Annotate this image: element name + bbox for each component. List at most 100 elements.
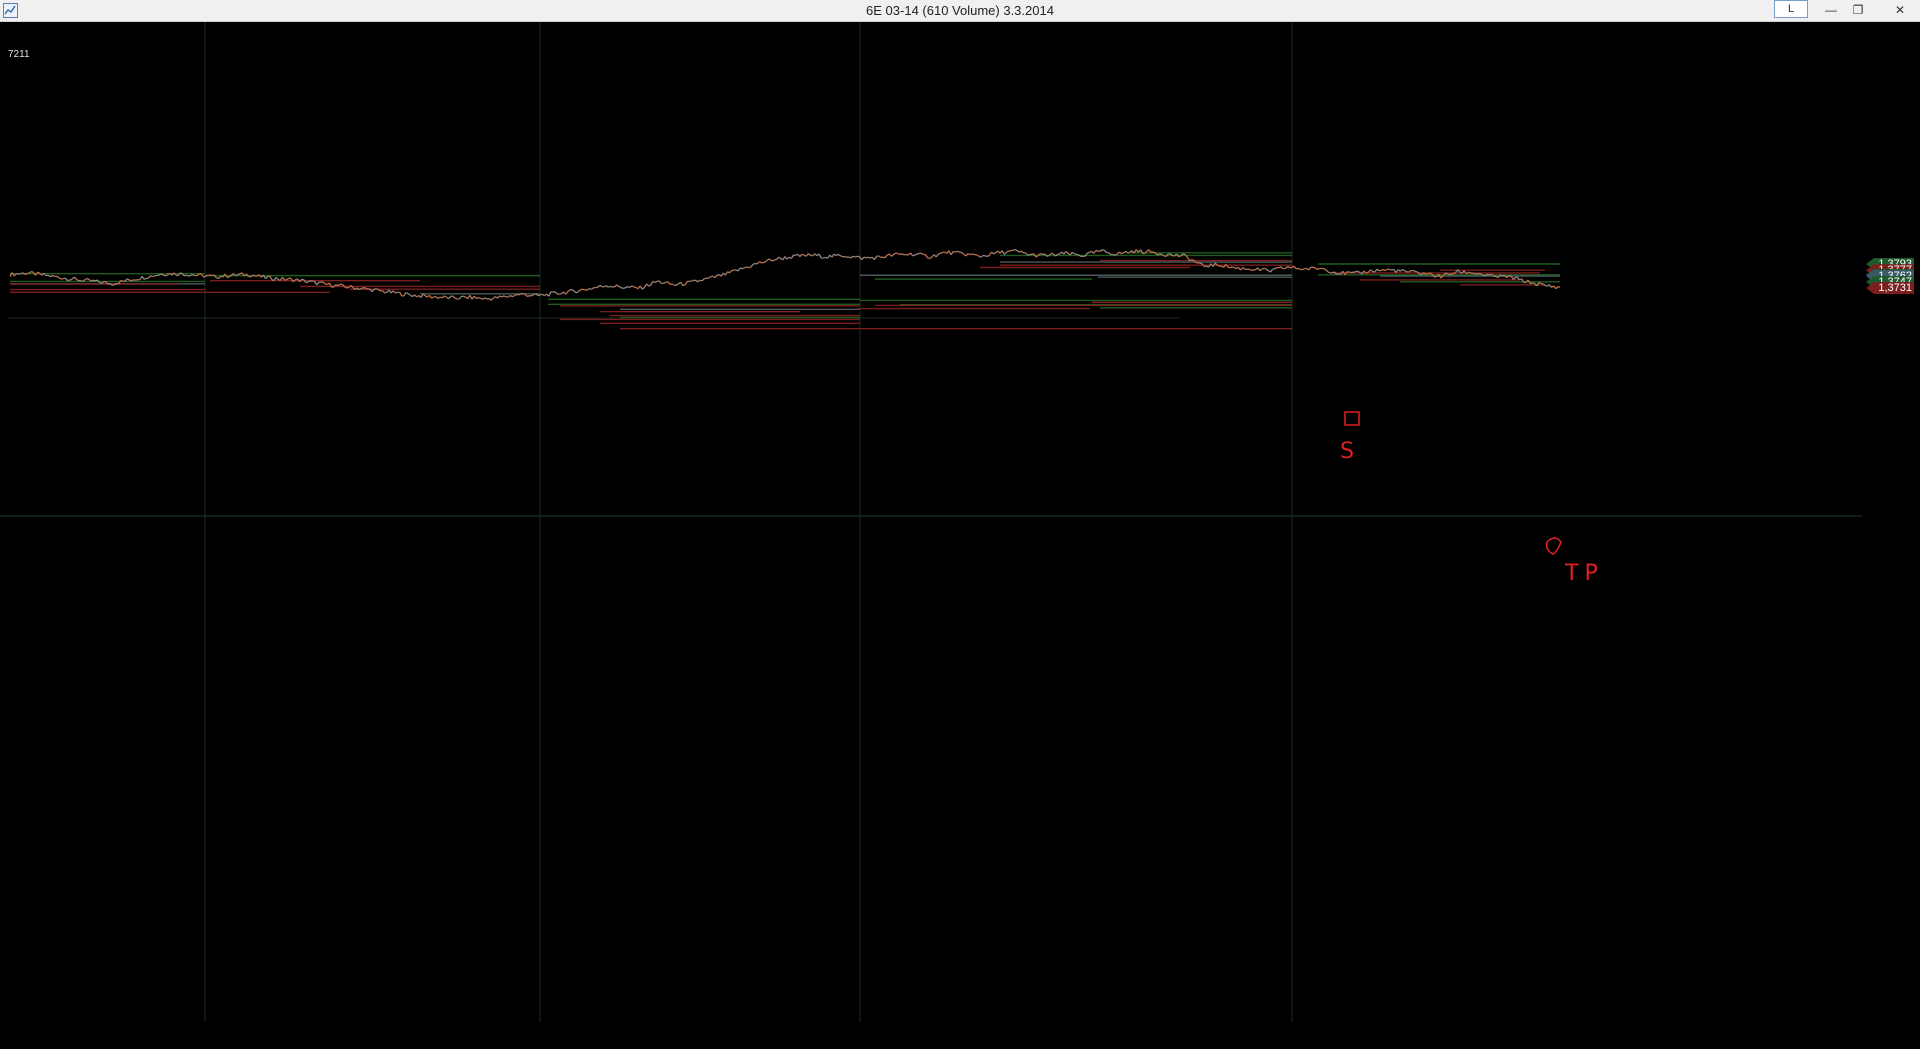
price-segment [224, 273, 228, 278]
price-segment [537, 294, 541, 297]
price-segment [1263, 267, 1267, 270]
price-segment [1003, 251, 1007, 255]
price-segment [1108, 252, 1112, 256]
price-segment [708, 276, 711, 279]
price-segment [1046, 254, 1050, 257]
price-segment [1267, 270, 1271, 273]
price-segment [740, 267, 743, 270]
price-segment [618, 286, 622, 289]
price-segment [1302, 267, 1305, 271]
price-segment [646, 283, 650, 287]
price-segment [286, 277, 290, 281]
price-segment [742, 267, 745, 270]
price-segment [1121, 252, 1124, 255]
price-segment [358, 288, 362, 291]
price-segment [861, 256, 865, 261]
price-segment [929, 256, 933, 259]
price-segment [807, 253, 811, 256]
price-segment [876, 255, 879, 258]
price-segment [776, 256, 780, 260]
price-segment [1287, 265, 1290, 269]
price-segment [47, 274, 51, 278]
price-segment [597, 284, 601, 288]
price-segment [188, 274, 192, 277]
price-segment [237, 273, 241, 276]
price-segment [863, 256, 867, 259]
window-titlebar: 6E 03-14 (610 Volume) 3.3.2014 L — ❐ ✕ [0, 0, 1920, 22]
price-segment [199, 272, 202, 275]
price-segment [965, 253, 969, 257]
price-segment [910, 252, 914, 257]
price-segment [64, 277, 68, 282]
price-segment [26, 272, 30, 275]
price-segment [131, 279, 134, 282]
price-segment [275, 277, 279, 281]
price-segment [382, 290, 386, 294]
price-segment [812, 253, 816, 257]
price-segment [1095, 249, 1099, 252]
layout-button[interactable]: L [1774, 0, 1808, 18]
price-segment [1261, 267, 1265, 270]
price-segment [1555, 286, 1559, 290]
price-segment [750, 263, 754, 268]
price-segment [488, 298, 492, 301]
price-segment [152, 275, 156, 278]
price-segment [899, 253, 903, 256]
price-segment [818, 253, 822, 259]
price-segment [56, 275, 60, 279]
price-chart[interactable]: S TP [0, 22, 1920, 1049]
price-segment [165, 274, 168, 277]
price-segment [573, 290, 577, 294]
price-segment [497, 295, 501, 299]
price-segment [995, 250, 999, 254]
price-segment [414, 294, 418, 298]
price-segment [454, 297, 458, 300]
price-segment [205, 274, 209, 277]
price-segment [1103, 249, 1107, 254]
price-segment [771, 259, 775, 262]
price-segment [1071, 251, 1076, 255]
price-segment [452, 295, 456, 299]
close-icon[interactable]: ✕ [1885, 0, 1915, 20]
price-segment [1415, 270, 1418, 273]
chart-area[interactable]: STP 7211 1,37931,37771,37651,37621,37471… [0, 22, 1920, 1049]
price-segment [976, 254, 980, 257]
price-segment [281, 276, 286, 281]
price-segment [1176, 253, 1180, 258]
price-segment [86, 277, 89, 280]
price-segment [667, 281, 671, 285]
price-segment [955, 250, 958, 253]
price-segment [944, 251, 948, 255]
price-segment [492, 295, 496, 299]
price-segment [1425, 273, 1429, 276]
price-segment [857, 255, 860, 258]
price-segment [71, 276, 75, 280]
price-segment [1546, 284, 1550, 287]
price-segment [316, 281, 320, 286]
price-segment [1297, 267, 1301, 270]
minimize-icon[interactable]: — [1818, 0, 1844, 20]
price-segment [629, 285, 633, 289]
price-segment [252, 274, 255, 277]
price-segment [614, 284, 618, 288]
price-segment [1349, 271, 1352, 274]
price-segment [495, 295, 498, 299]
price-segment [1544, 284, 1548, 287]
price-segment [1123, 250, 1127, 254]
price-segment [399, 291, 403, 297]
price-segment [765, 258, 769, 263]
price-segment [790, 254, 795, 259]
price-segment [143, 277, 147, 280]
price-segment [676, 283, 679, 286]
price-segment [940, 251, 943, 255]
price-segment [957, 250, 960, 253]
price-segment [835, 253, 839, 256]
price-segment [1468, 271, 1471, 274]
price-segment [873, 256, 878, 260]
price-segment [942, 251, 945, 254]
price-segment [1112, 253, 1116, 256]
restore-icon[interactable]: ❐ [1845, 0, 1871, 20]
price-segment [524, 294, 528, 297]
price-segment [1316, 267, 1320, 271]
price-segment [531, 293, 535, 297]
